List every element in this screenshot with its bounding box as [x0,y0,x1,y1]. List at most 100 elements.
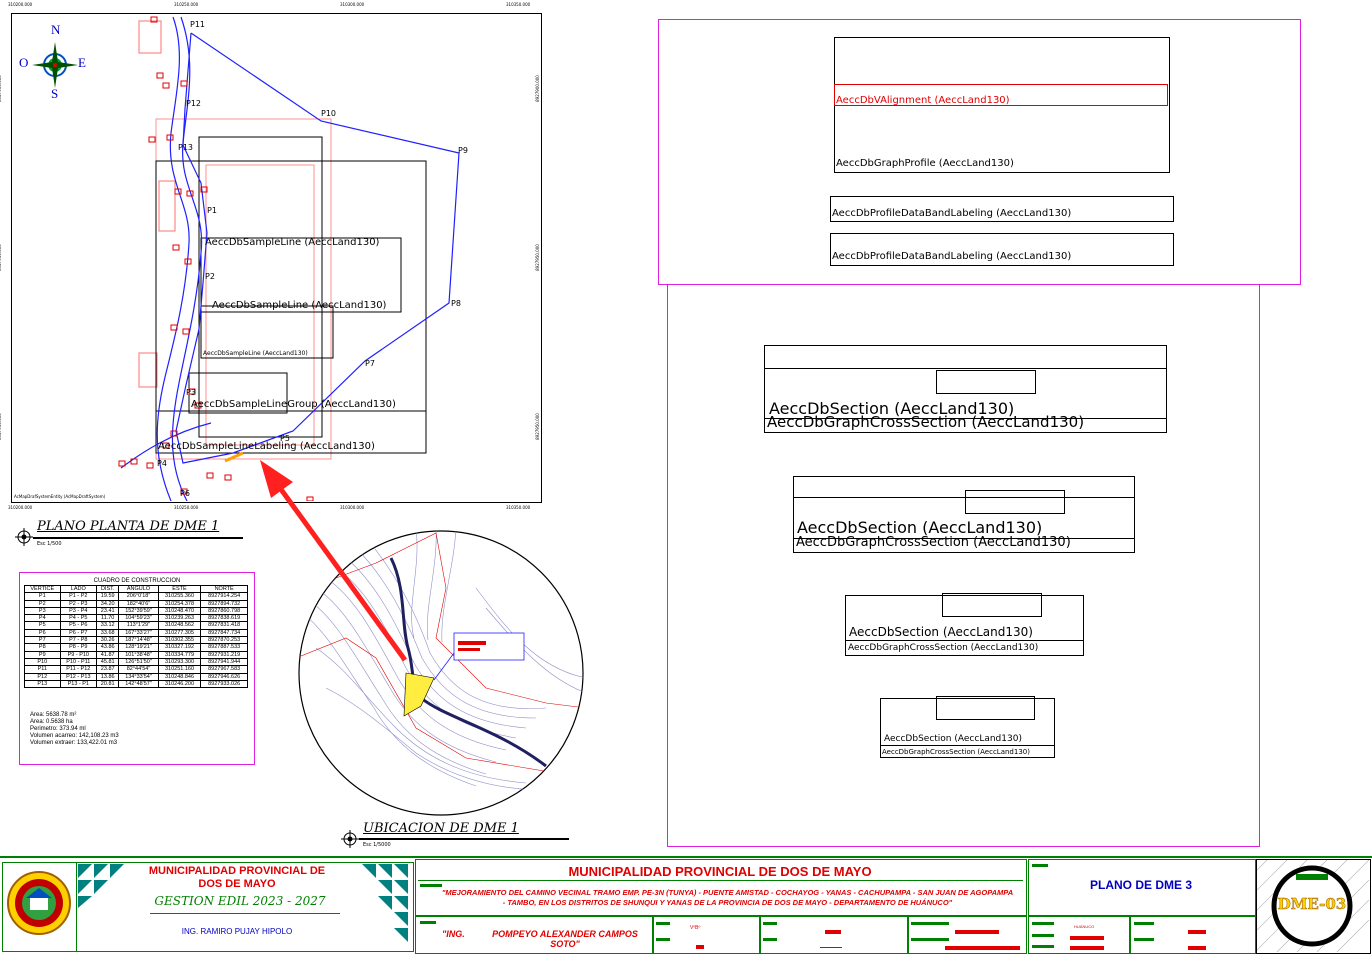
location-title-underline [359,838,569,840]
field-3-red [955,930,999,934]
table-cell: P2 [24,599,61,608]
table-cell: P5 [24,621,61,630]
table-row: P5 P5 - P6 33.12 113°1'29" 310248.562 8927831… [24,621,248,630]
table-cell: 310327.192 [157,643,202,652]
table-cell: 8927870.253 [200,636,248,645]
table-row: P2 P2 - P3 34.20 182°40'6" 310254.378 8927894… [24,599,248,608]
table-cell: 8927860.798 [200,606,248,616]
table-cell: P2 - P3 [59,599,98,608]
table-cell: 30.26 [96,636,120,645]
table-cell: 310293.300 [157,657,202,667]
table-row: P8 P8 - P9 43.86 128°19'21" 310327.192 892788… [24,643,248,652]
section-2-divider [793,497,1134,498]
table-cell: P4 [24,614,61,623]
table-cell: 8927946.626 [200,672,248,681]
table-cell: 82°44'54" [118,665,159,674]
gestion-label: GESTION EDIL 2023 - 2027 [154,894,326,908]
table-row: P13 P13 - P1 20.81 142°48'57" 310246.200 8927… [24,679,248,689]
coord-left-1: 8927900.000 [0,75,2,102]
table-cell: 187°14'48" [118,636,159,645]
th-lado: LADO [59,584,98,594]
table-cell: P3 - P4 [59,606,98,616]
table-row: P7 P7 - P8 30.26 187°14'48" 310302.355 892787… [24,636,248,645]
gestion-underline [150,913,340,914]
point-p9: P9 [458,146,468,155]
project-description: "MEJORAMIENTO DEL CAMINO VECINAL TRAMO E… [441,888,1014,907]
table-cell: 8927914.254 [200,592,248,601]
point-p3: P3 [186,388,196,397]
engineer-marker [420,921,436,924]
table-cell: 142°48'57" [118,679,159,689]
table-cell: 134°33'54" [118,672,159,681]
table-row: P12 P12 - P13 13.86 134°33'54" 310248.846 892… [24,672,248,681]
section-4-label: AeccDbSection (AeccLand130) [884,734,1022,744]
field-5-marker-b [1134,938,1154,941]
table-cell: P6 - P7 [59,628,98,638]
table-cell: 43.86 [96,643,120,652]
location-title-marker-icon [341,830,359,848]
th-este: ESTE [157,584,202,594]
table-cell: P10 - P11 [59,657,98,667]
plan-title-marker [1032,864,1048,867]
table-cell: P11 [24,665,61,674]
table-cell: P10 [24,657,61,667]
sample-line-label-2: AeccDbSampleLine (AeccLand130) [212,300,387,311]
table-cell: 41.87 [96,650,120,659]
coord-top-2: 310250.000 [174,2,199,7]
table-row: P4 P4 - P5 11.70 104°59'23" 310239.263 892783… [24,614,248,623]
table-cell: P7 [24,636,61,645]
sample-line-group-label: AeccDbSampleLineGroup (AeccLand130) [191,399,396,410]
section-3-label: AeccDbSection (AeccLand130) [849,625,1033,639]
table-cell: 33.68 [96,628,120,638]
table-cell: 152°39'59" [118,606,159,616]
table-cell: 104°59'23" [118,614,159,623]
field-4-red [1070,936,1104,940]
table-cell: 126°51'50" [118,657,159,667]
table-cell: 310254.378 [157,599,202,608]
field-4-label: HUÁNUCO [1074,924,1095,929]
table-cell: 8927933.026 [200,679,248,689]
table-cell: 8927847.734 [200,628,248,638]
field-1-marker-b [656,938,670,941]
field-5-marker [1134,922,1154,925]
plan-title-underline [33,537,243,539]
table-cell: P13 [24,679,61,689]
plan-drawing [118,16,460,501]
field-4-marker [1032,922,1054,925]
table-cell: 310239.263 [157,614,202,623]
table-cell: 310248.470 [157,606,202,616]
coord-bottom-2: 310250.000 [174,505,199,510]
table-cell: P7 - P8 [59,636,98,645]
table-cell: 19.59 [96,592,120,601]
summary-line: Perimetro: 373.94 ml [30,726,86,732]
section-1-graph-label: AeccDbGraphCrossSection (AeccLand130) [767,413,1085,431]
construction-table-title: CUADRO DE CONSTRUCCION [93,578,181,584]
mayor-label: ING. RAMIRO PUJAY HIPOLO [181,927,293,936]
table-cell: 11.70 [96,614,120,623]
construction-table: VERTICE LADO DIST. ANGULO ESTE NORTE P1 P… [24,584,248,689]
sample-labeling-label: AeccDbSampleLineLabeling (AeccLand130) [158,441,375,452]
field-3-marker-b [911,938,949,941]
table-cell: P13 - P1 [59,679,98,689]
plan-scale: Esc 1/500 [37,541,62,547]
coord-top-1: 310200.000 [8,2,33,7]
sheet-number: DME-03 [1277,895,1347,914]
coord-left-3: 8927950.000 [0,413,2,440]
point-p6: P6 [180,489,190,498]
table-cell: 310334.779 [157,650,202,659]
table-cell: 310251.160 [157,665,202,674]
table-cell: 206°0'18" [118,592,159,601]
table-row: P10 P10 - P11 45.81 126°51'50" 310293.300 892… [24,657,248,667]
point-p10: P10 [321,109,337,118]
table-cell: 101°38'48" [118,650,159,659]
table-cell: 310246.200 [157,679,202,689]
construction-summary: Area: 5638.78 m² Area: 0.5638 ha Perimet… [30,712,119,747]
table-cell: P5 - P6 [59,621,98,630]
coord-left-2: 8927950.000 [0,244,2,271]
field-3-red-b [945,946,1020,950]
decor-triangles-right-icon [362,864,408,942]
table-cell: 45.81 [96,657,120,667]
table-cell: P9 [24,650,61,659]
field-4-red-b [1070,946,1104,950]
point-p12: P12 [186,99,202,108]
